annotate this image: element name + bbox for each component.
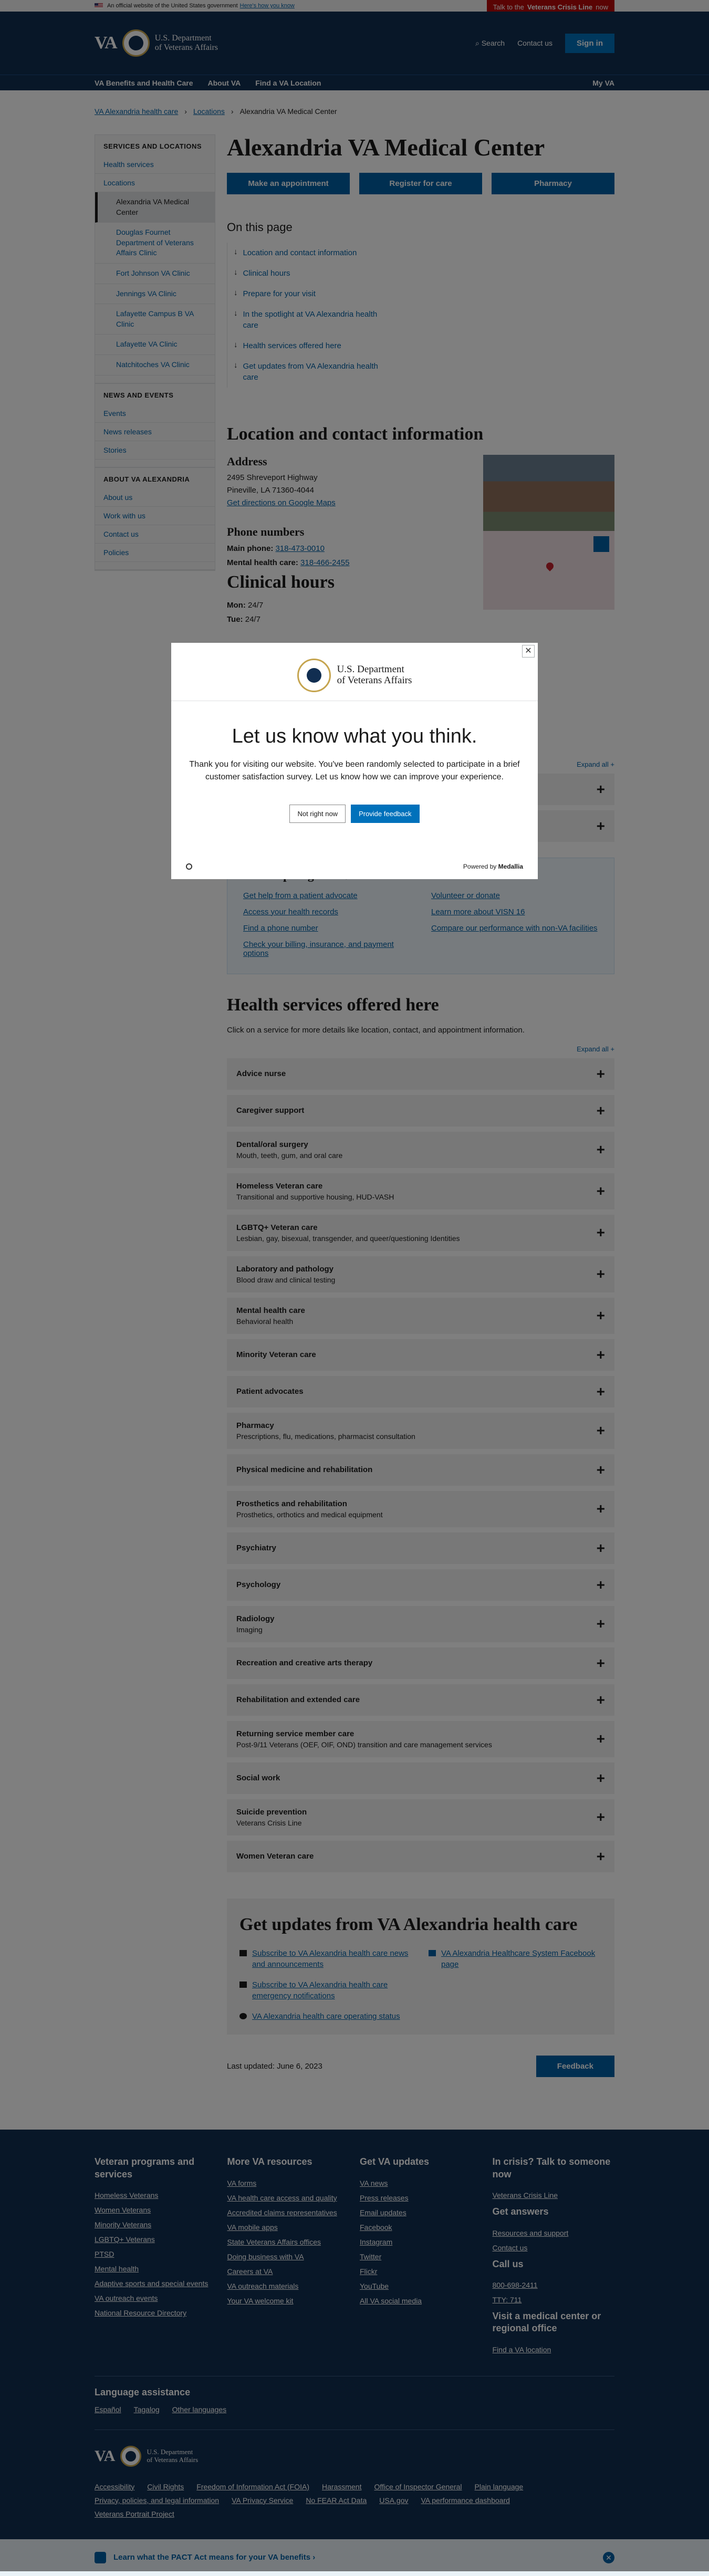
modal-title: Let us know what you think.	[232, 725, 477, 747]
survey-modal: ✕ U.S. Department of Veterans Affairs Let…	[171, 643, 538, 879]
powered-by: Powered by Medallia	[463, 863, 523, 870]
modal-logo: U.S. Department of Veterans Affairs	[171, 659, 538, 701]
close-icon[interactable]: ✕	[522, 645, 535, 658]
va-seal-icon	[297, 659, 331, 692]
not-now-button[interactable]: Not right now	[289, 805, 346, 823]
modal-body: Thank you for visiting our website. You'…	[189, 760, 520, 781]
modal-overlay[interactable]	[0, 0, 709, 2571]
provide-feedback-button[interactable]: Provide feedback	[351, 805, 420, 823]
accessibility-icon[interactable]	[186, 863, 192, 870]
